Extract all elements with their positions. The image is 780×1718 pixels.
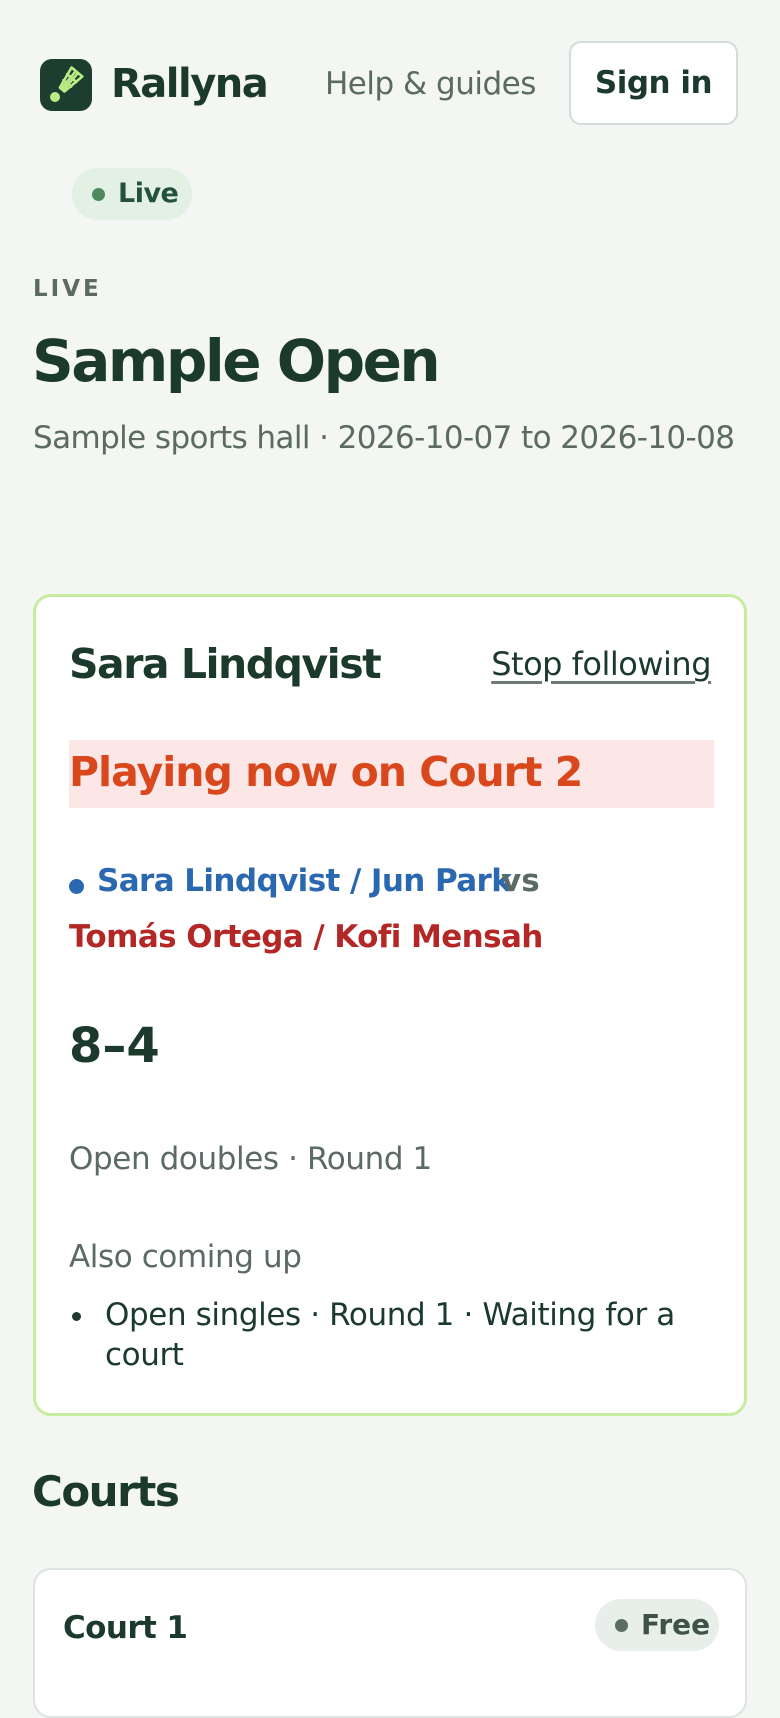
status-dot-icon xyxy=(615,1619,628,1632)
versus-label: vs xyxy=(501,863,540,899)
help-guides-link[interactable]: Help & guides xyxy=(325,64,536,104)
sign-in-button[interactable]: Sign in xyxy=(569,41,738,125)
coming-up-label: Also coming up xyxy=(69,1239,302,1275)
tournament-subtitle: Sample sports hall · 2026-10-07 to 2026-… xyxy=(33,420,735,456)
top-bar: Rallyna Help & guides Sign in xyxy=(0,0,780,170)
brand-name[interactable]: Rallyna xyxy=(111,60,269,108)
followed-player-name: Sara Lindqvist xyxy=(69,640,382,688)
list-item: Open singles · Round 1 · Waiting for a c… xyxy=(69,1295,689,1375)
match-meta: Open doubles · Round 1 xyxy=(69,1141,432,1177)
coming-up-item-text: Open singles · Round 1 · Waiting for a c… xyxy=(105,1297,675,1373)
court-status-badge: Free xyxy=(595,1599,719,1651)
playing-now-banner: Playing now on Court 2 xyxy=(69,740,714,808)
stop-following-link[interactable]: Stop following xyxy=(491,644,711,684)
court-status-label: Free xyxy=(641,1608,711,1641)
coming-up-list: Open singles · Round 1 · Waiting for a c… xyxy=(69,1295,689,1375)
team-b-name: Tomás Ortega / Kofi Mensah xyxy=(69,919,543,955)
live-dot-icon xyxy=(92,188,105,201)
serve-indicator-icon xyxy=(69,879,84,894)
live-status-label: Live xyxy=(118,178,179,209)
shuttlecock-icon[interactable] xyxy=(40,59,92,111)
bullet-icon xyxy=(72,1312,81,1321)
court-card[interactable]: Court 1 Free xyxy=(33,1568,747,1718)
court-name: Court 1 xyxy=(63,1610,188,1646)
page-title: Sample Open xyxy=(32,327,441,395)
followed-player-card: Sara Lindqvist Stop following Playing no… xyxy=(33,594,747,1416)
playing-now-text: Playing now on Court 2 xyxy=(69,748,583,796)
team-a-name: Sara Lindqvist / Jun Park xyxy=(97,863,512,899)
live-status-badge: Live xyxy=(72,168,192,220)
courts-heading: Courts xyxy=(32,1467,180,1516)
tournament-eyebrow: LIVE xyxy=(33,276,102,302)
match-score: 8–4 xyxy=(69,1018,160,1074)
